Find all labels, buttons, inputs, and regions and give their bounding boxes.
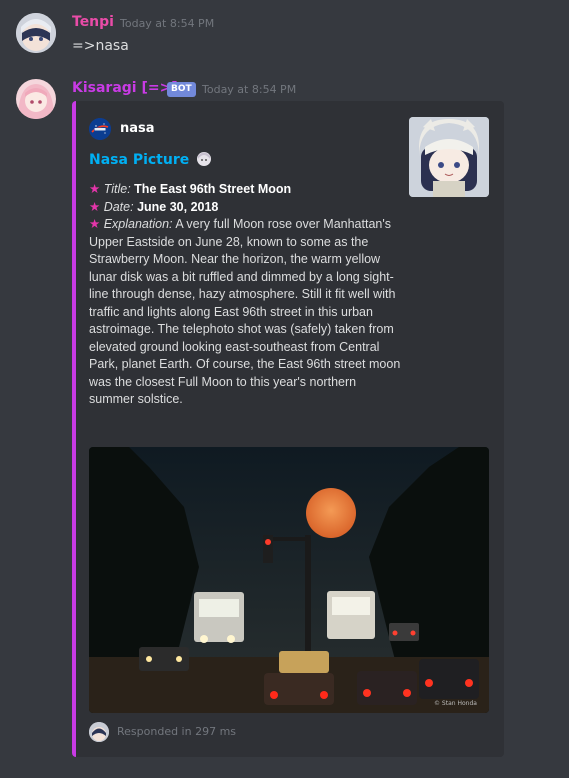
field-explanation: ★ Explanation: A very full Moon rose ove… [89,216,401,409]
embed-description: ★ Title: The East 96th Street Moon ★ Dat… [89,181,401,409]
nasa-logo-icon [89,118,111,140]
embed-accent-bar [72,101,76,757]
field-date: ★ Date: June 30, 2018 [89,199,401,217]
embed-footer: Responded in 297 ms [117,725,237,738]
image-watermark: © Stan Honda [434,700,477,707]
star-icon: ★ [89,182,101,196]
field-value: June 30, 2018 [137,199,219,214]
username[interactable]: Kisaragi [=>] [72,80,178,96]
avatar[interactable] [16,13,56,53]
field-value: A very full Moon rose over Manhattan's U… [89,217,401,406]
embed-author[interactable]: nasa [120,121,155,136]
avatar[interactable] [16,79,56,119]
star-icon: ★ [89,217,101,231]
bot-badge: BOT [167,82,196,97]
field-label: Title: [103,182,131,196]
embed-title-text[interactable]: Nasa Picture [89,152,189,168]
footer-avatar-icon [89,722,109,742]
field-value: The East 96th Street Moon [134,182,292,196]
username[interactable]: Tenpi [72,14,114,30]
timestamp: Today at 8:54 PM [202,83,297,96]
anime-girl-emoji-icon [196,151,212,171]
embed-thumbnail[interactable] [409,117,489,197]
message-tenpi: Tenpi Today at 8:54 PM =>nasa [0,0,569,80]
field-label: Date: [103,199,134,214]
embed: nasa Nasa Picture ★ Title: The East 96th… [72,101,504,757]
star-icon: ★ [89,199,101,214]
message-content: =>nasa [72,38,129,54]
field-label: Explanation: [103,217,173,231]
timestamp: Today at 8:54 PM [120,17,215,30]
field-title: ★ Title: The East 96th Street Moon [89,181,401,199]
embed-title[interactable]: Nasa Picture [89,151,212,171]
embed-image[interactable]: © Stan Honda [89,447,489,713]
